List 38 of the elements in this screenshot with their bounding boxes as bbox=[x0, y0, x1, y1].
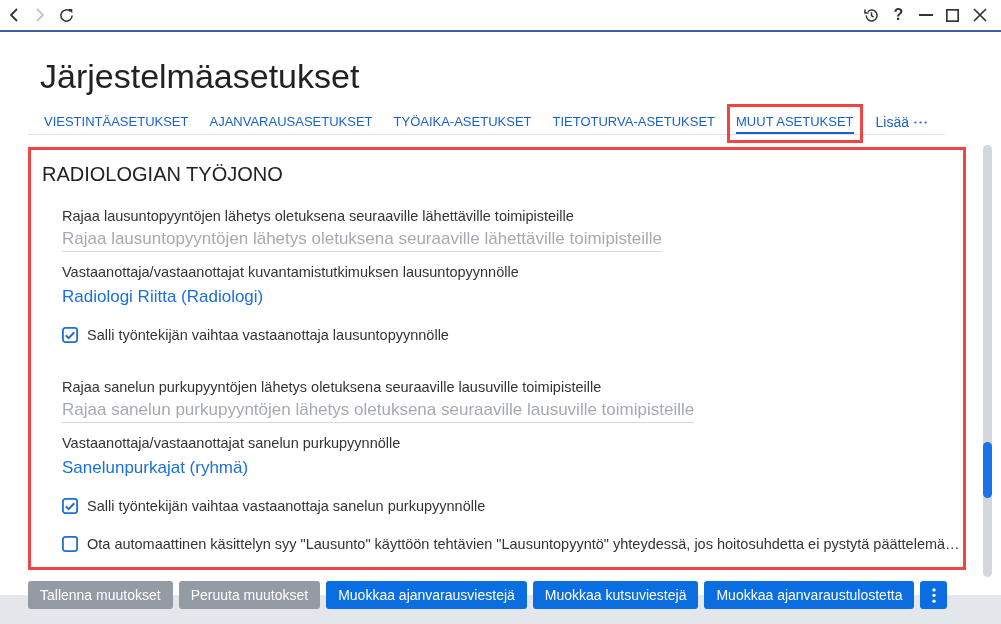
tab[interactable]: AJANVARAUSASETUKSET bbox=[200, 104, 382, 134]
checkbox-label: Salli työntekijän vaihtaa vastaanottaja lausuntopyynnölle bbox=[87, 326, 449, 345]
checkbox-label: Salli työntekijän vaihtaa vastaanottaja sanelun purkupyynnölle bbox=[87, 497, 486, 516]
checkbox[interactable] bbox=[62, 327, 78, 343]
more-button[interactable] bbox=[920, 581, 948, 609]
checkbox[interactable] bbox=[62, 536, 78, 552]
close-icon bbox=[972, 8, 987, 22]
action-button[interactable]: Muokkaa kutsuviestejä bbox=[532, 581, 699, 609]
input-field[interactable]: Rajaa sanelun purkupyyntöjen lähetys oletuksena seuraaville lausuville toimipisteille bbox=[62, 398, 695, 423]
tab[interactable]: VIESTINTÄASETUKSET bbox=[35, 104, 198, 134]
action-button[interactable]: Muokkaa ajanvaraustulostetta bbox=[704, 581, 915, 609]
recipient-link[interactable]: Radiologi Riitta (Radiologi) bbox=[62, 285, 264, 309]
tab[interactable]: MUUT ASETUKSET bbox=[727, 104, 863, 134]
maximize-icon bbox=[946, 8, 959, 22]
checkbox[interactable] bbox=[62, 498, 78, 514]
section-title: RADIOLOGIAN TYÖJONO bbox=[42, 162, 284, 187]
scrollbar-track[interactable] bbox=[983, 145, 992, 577]
tab[interactable]: TIETOTURVA-ASETUKSET bbox=[543, 104, 725, 134]
help-button[interactable]: ? bbox=[885, 1, 912, 29]
minimize-icon bbox=[918, 14, 933, 16]
field-label: Rajaa sanelun purkupyyntöjen lähetys oletuksena seuraaville lausuville toimipisteille bbox=[62, 378, 603, 397]
more-icon bbox=[914, 121, 927, 124]
tab[interactable]: TYÖAIKA-ASETUKSET bbox=[384, 104, 541, 134]
page-title: Järjestelmäasetukset bbox=[40, 56, 361, 97]
input-field[interactable]: Rajaa lausuntopyyntöjen lähetys oletuksena seuraaville lähettäville toimipisteille bbox=[62, 227, 663, 252]
reload-icon bbox=[58, 7, 74, 23]
vertical-dots-icon bbox=[931, 587, 936, 603]
action-button[interactable]: Muokkaa ajanvarausviestejä bbox=[326, 581, 527, 609]
history-icon bbox=[864, 7, 879, 23]
field-label: Vastaanottaja/vastaanottajat kuvantamistutkimuksen lausuntopyynnölle bbox=[62, 263, 520, 282]
more-tabs-button[interactable]: Lisää bbox=[871, 104, 931, 134]
chevron-left-icon bbox=[10, 8, 18, 22]
field-label: Vastaanottaja/vastaanottajat sanelun purkupyynnölle bbox=[62, 434, 402, 453]
recipient-link[interactable]: Sanelunpurkajat (ryhmä) bbox=[62, 456, 249, 480]
checkbox-label: Ota automaattinen käsittelyn syy "Lausunto" käyttöön tehtävien "Lausuntopyyntö" yhteydessä, jos hoitosuhdetta ei pystytä päättelemä… bbox=[87, 535, 960, 554]
chevron-right-icon bbox=[36, 8, 44, 22]
field-label: Rajaa lausuntopyyntöjen lähetys oletuksena seuraaville lähettäville toimipisteille bbox=[62, 207, 575, 226]
scrollbar-thumb[interactable] bbox=[983, 442, 992, 498]
